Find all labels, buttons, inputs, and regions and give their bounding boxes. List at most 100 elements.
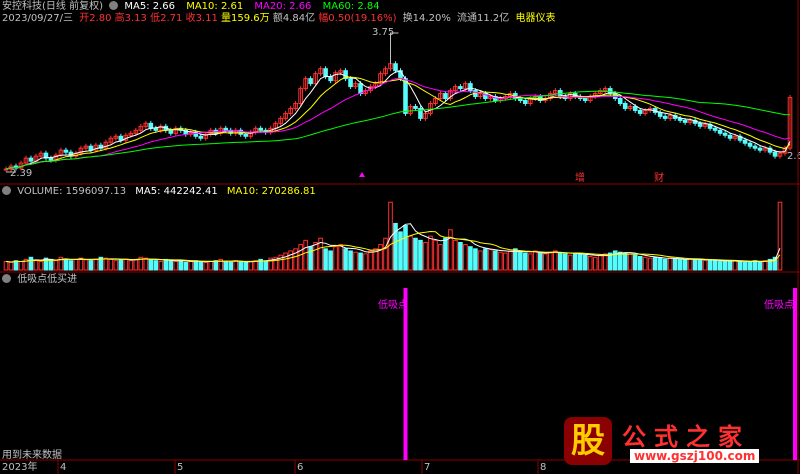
candle (168, 129, 174, 134)
volume-bar (707, 259, 713, 271)
volume-bar (697, 259, 703, 271)
volume-bar (103, 257, 109, 271)
volume-bar (383, 237, 388, 271)
volume-bar (223, 261, 229, 271)
volume-bar (473, 248, 478, 271)
volume-bar (368, 250, 373, 271)
volume-bar (667, 257, 673, 271)
volume-bar (18, 261, 24, 271)
volume-bar (752, 260, 758, 271)
candle (88, 145, 94, 151)
volume-bar (458, 241, 463, 271)
volume-bar (727, 261, 733, 271)
volume-bar (513, 248, 518, 271)
volume-bar (133, 258, 139, 271)
volume-bar (508, 250, 513, 271)
candle (458, 86, 463, 90)
volume-bar (548, 251, 553, 271)
candle (148, 122, 154, 129)
volume-bar (737, 261, 743, 271)
volume-bar (682, 259, 688, 271)
volume-bar (298, 244, 303, 271)
volume-bar (672, 258, 678, 271)
volume-bar (562, 253, 568, 271)
watermark: 股 公式之家 www.gszj100.com (560, 415, 800, 467)
volume-bar (762, 260, 768, 271)
volume-bar (8, 261, 14, 271)
candle (677, 117, 683, 121)
signal-bar (403, 288, 408, 460)
candle (468, 83, 473, 92)
volume-bar (597, 254, 603, 271)
candle (63, 149, 69, 153)
volume-bar (188, 261, 194, 271)
volume-bar (702, 260, 708, 271)
volume-bar (213, 260, 219, 271)
volume-bar (523, 252, 528, 271)
candle (712, 127, 718, 131)
volume-bar (338, 244, 343, 271)
volume-bar (153, 260, 159, 271)
volume-bar (413, 237, 418, 271)
volume-bar (83, 259, 89, 271)
volume-bar (483, 248, 488, 271)
volume-bar (488, 249, 493, 271)
volume-bar (637, 255, 643, 271)
candle (243, 133, 248, 137)
volume-bar (243, 261, 248, 271)
volume-bar (582, 254, 588, 271)
candle (198, 135, 204, 139)
volume-bar (403, 225, 408, 271)
volume-bar (478, 250, 483, 271)
candle (617, 98, 623, 104)
candle (413, 105, 418, 109)
volume-bar (453, 239, 458, 271)
candle (358, 83, 363, 95)
volume-bar (538, 252, 543, 271)
volume-bar (38, 261, 44, 271)
candle (328, 76, 333, 82)
candle (717, 129, 723, 134)
volume-bar (732, 260, 738, 271)
volume-bar (712, 260, 718, 271)
volume-bar (328, 250, 333, 271)
ma20-line (5, 77, 791, 170)
stock-chart[interactable] (0, 0, 800, 474)
volume-bar (128, 260, 134, 271)
volume-bar (428, 235, 433, 271)
candle (258, 127, 263, 131)
volume-bar (288, 250, 293, 271)
candle (747, 142, 753, 147)
candle (727, 134, 733, 139)
volume-bar (68, 260, 74, 271)
volume-bar (438, 244, 443, 271)
volume-bar (323, 248, 328, 271)
volume-bar (228, 261, 234, 271)
volume-bar (303, 239, 308, 271)
candle (523, 100, 528, 104)
volume-bar (677, 258, 683, 271)
volume-bar (233, 260, 239, 271)
candle (28, 157, 34, 162)
volume-bar (493, 250, 498, 271)
volume-bar (378, 244, 383, 271)
volume-bar (3, 261, 9, 271)
candle (722, 132, 728, 136)
candle (223, 127, 229, 131)
volume-bar (742, 261, 748, 271)
volume-bar (73, 258, 79, 271)
volume-bar (238, 261, 244, 271)
volume-bar (33, 260, 39, 271)
volume-bar (363, 253, 368, 271)
candle (772, 151, 778, 157)
volume-bar (443, 237, 448, 271)
candle (757, 147, 763, 151)
watermark-url: www.gszj100.com (630, 449, 760, 463)
volume-bar (777, 201, 783, 271)
volume-ma10-line (5, 230, 781, 263)
volume-bar (518, 251, 523, 271)
volume-bar (418, 239, 423, 271)
candle (697, 122, 703, 127)
candle (48, 157, 54, 161)
candle (637, 109, 643, 114)
